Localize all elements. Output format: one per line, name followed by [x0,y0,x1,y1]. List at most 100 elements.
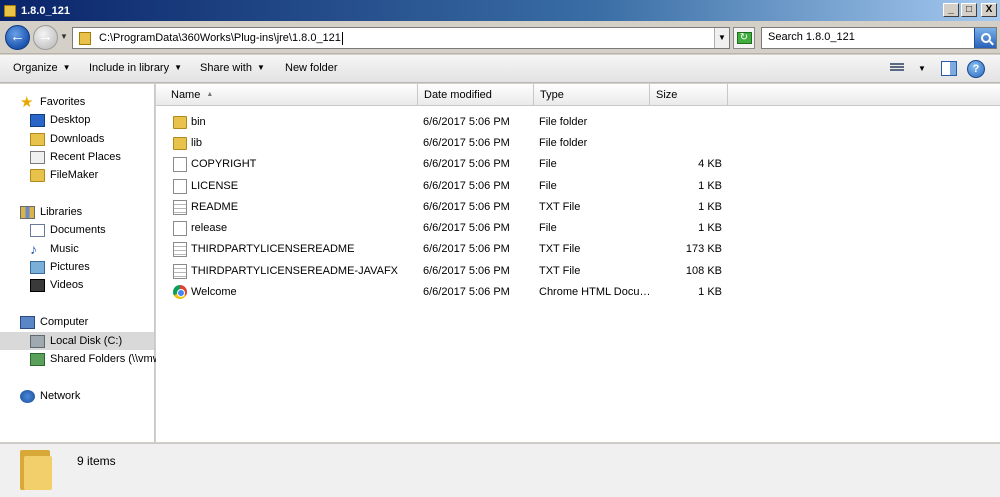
hard-drive-icon [30,334,45,348]
file-row[interactable]: release 6/6/2017 5:06 PM File 1 KB [156,218,1000,239]
sidebar-item-label: Local Disk (C:) [50,335,123,347]
file-name: Welcome [191,286,237,298]
sidebar-item-shared-folders[interactable]: Shared Folders (\\vmw [30,350,161,368]
navigation-pane: ★ Favorites Desktop Downloads Recent Plac… [0,84,161,442]
computer-icon [20,315,35,329]
sidebar-item-network[interactable]: Network [20,387,80,405]
libraries-icon [20,205,35,219]
chrome-icon [173,285,187,299]
file-size: 1 KB [698,180,722,192]
network-icon [20,389,35,403]
folder-icon [20,450,52,490]
include-in-library-menu[interactable]: Include in library ▼ [89,62,182,74]
organize-label: Organize [13,62,58,74]
help-icon[interactable]: ? [967,60,985,78]
file-row[interactable]: Welcome 6/6/2017 5:06 PM Chrome HTML Doc… [156,282,1000,303]
sidebar-item-pictures[interactable]: Pictures [30,258,90,276]
sidebar-item-label: Downloads [50,133,105,145]
title-bar: 1.8.0_121 _ □ X [0,0,1000,21]
sidebar-item-label: Libraries [40,206,83,218]
sidebar-item-label: FileMaker [50,169,99,181]
view-options-dropdown[interactable]: ▼ [918,64,926,73]
chevron-down-icon: ▼ [256,63,265,72]
file-date-modified: 6/6/2017 5:06 PM [423,158,510,170]
address-path[interactable]: C:\ProgramData\360Works\Plug-ins\jre\1.8… [99,32,341,44]
address-dropdown-button[interactable]: ▼ [714,28,729,48]
recent-pages-dropdown[interactable]: ▼ [60,32,68,41]
command-bar: Organize ▼ Include in library ▼ Share with… [0,55,1000,83]
file-type: File [539,180,557,192]
sidebar-item-label: Computer [40,316,89,328]
documents-icon [30,223,45,237]
refresh-button[interactable]: ↻ [733,27,755,49]
file-size: 4 KB [698,158,722,170]
sidebar-item-favorites[interactable]: ★ Favorites [20,93,85,111]
column-header-date-modified[interactable]: Date modified [418,84,534,106]
include-in-library-label: Include in library [89,62,170,74]
close-button[interactable]: X [981,3,997,17]
text-file-icon [173,264,187,279]
sidebar-item-documents[interactable]: Documents [30,221,106,239]
share-with-menu[interactable]: Share with ▼ [200,62,265,74]
file-date-modified: 6/6/2017 5:06 PM [423,137,510,149]
file-row[interactable]: LICENSE 6/6/2017 5:06 PM File 1 KB [156,176,1000,197]
sidebar-item-local-disk[interactable]: Local Disk (C:) [0,332,154,350]
sidebar-item-label: Favorites [40,96,86,108]
column-header-filler [728,84,1000,106]
sidebar-item-label: Documents [50,224,106,236]
file-row[interactable]: bin 6/6/2017 5:06 PM File folder [156,112,1000,133]
item-count: 9 items [77,454,116,468]
file-size: 1 KB [698,222,722,234]
sidebar-item-videos[interactable]: Videos [30,276,83,294]
new-folder-button[interactable]: New folder [285,62,338,74]
file-icon [173,179,187,194]
sidebar-item-filemaker[interactable]: FileMaker [30,166,98,184]
share-with-label: Share with [200,62,252,74]
sidebar-item-label: Shared Folders (\\vmw [50,353,161,365]
pictures-icon [30,260,45,274]
preview-pane-icon[interactable] [941,61,957,76]
file-date-modified: 6/6/2017 5:06 PM [423,243,510,255]
file-row[interactable]: THIRDPARTYLICENSEREADME-JAVAFX 6/6/2017 … [156,261,1000,282]
file-type: TXT File [539,265,581,277]
file-name: COPYRIGHT [191,158,257,170]
text-file-icon [173,200,187,215]
column-header-type[interactable]: Type [534,84,650,106]
sidebar-item-desktop[interactable]: Desktop [30,111,90,129]
file-row[interactable]: lib 6/6/2017 5:06 PM File folder [156,133,1000,154]
sidebar-item-libraries[interactable]: Libraries [20,203,82,221]
organize-menu[interactable]: Organize ▼ [13,62,71,74]
address-bar[interactable]: C:\ProgramData\360Works\Plug-ins\jre\1.8… [72,27,730,49]
minimize-button[interactable]: _ [943,3,959,17]
music-icon: ♪ [30,240,37,257]
maximize-button[interactable]: □ [961,3,977,17]
navigation-bar: ← → ▼ C:\ProgramData\360Works\Plug-ins\j… [0,21,1000,54]
file-row[interactable]: THIRDPARTYLICENSEREADME 6/6/2017 5:06 PM… [156,239,1000,260]
search-button[interactable] [974,28,996,48]
file-row[interactable]: COPYRIGHT 6/6/2017 5:06 PM File 4 KB [156,154,1000,175]
window-controls: _ □ X [943,3,997,17]
folder-icon [30,168,45,182]
file-type: File folder [539,116,588,128]
sidebar-item-recent-places[interactable]: Recent Places [30,148,121,166]
status-bar: 9 items [0,443,1000,497]
sidebar-item-music[interactable]: ♪ Music [30,240,79,258]
videos-icon [30,278,45,292]
search-input[interactable]: Search 1.8.0_121 [761,27,997,49]
window-title: 1.8.0_121 [21,4,70,17]
sidebar-item-downloads[interactable]: Downloads [30,130,104,148]
change-view-icon[interactable] [890,62,906,75]
column-header-name[interactable]: Name ▲ [156,84,418,106]
column-header-size[interactable]: Size [650,84,728,106]
forward-button[interactable]: → [33,25,58,50]
back-button[interactable]: ← [5,25,30,50]
file-row[interactable]: README 6/6/2017 5:06 PM TXT File 1 KB [156,197,1000,218]
sidebar-item-computer[interactable]: Computer [20,313,88,331]
file-icon [173,221,187,236]
column-header-label: Name [171,89,201,101]
search-placeholder: Search 1.8.0_121 [768,31,855,43]
search-icon [980,33,991,43]
file-name: release [191,222,228,234]
file-date-modified: 6/6/2017 5:06 PM [423,286,510,298]
file-type: Chrome HTML Docu… [539,286,651,298]
